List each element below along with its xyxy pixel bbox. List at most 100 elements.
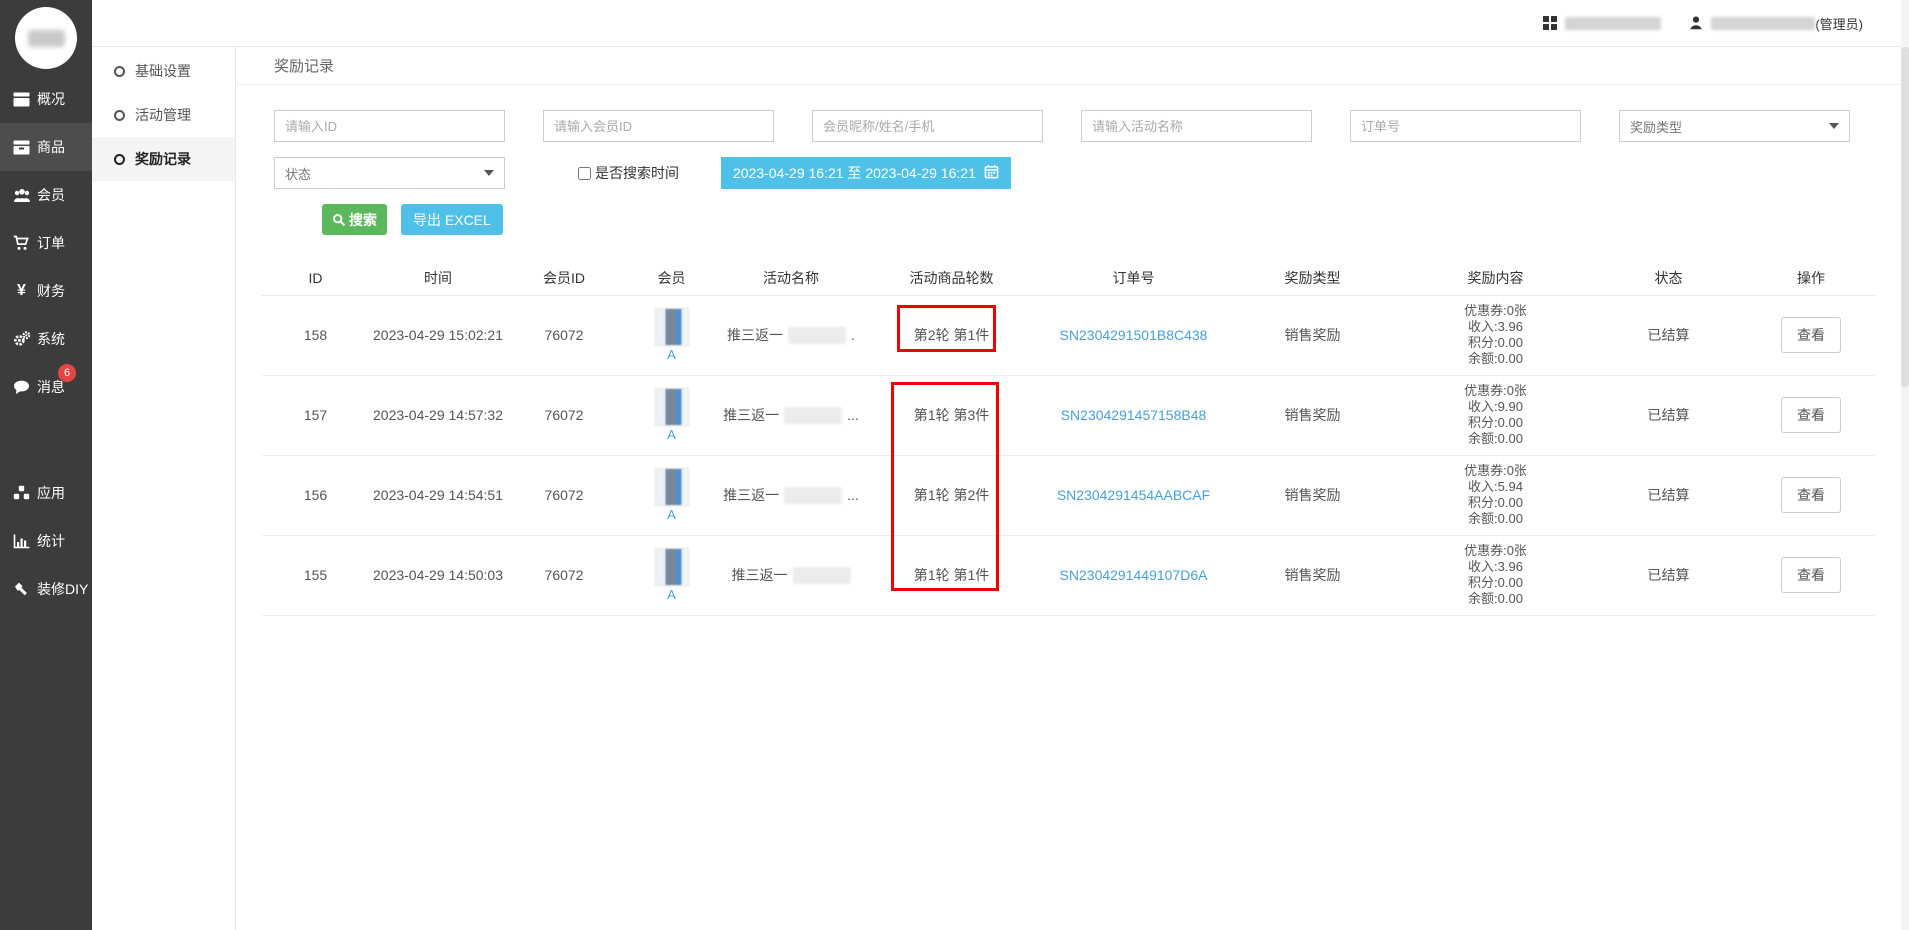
status-select[interactable]: 状态 xyxy=(274,157,505,189)
cell-activity: 推三返一... xyxy=(722,455,860,535)
scrollbar-thumb[interactable] xyxy=(1901,47,1909,387)
column-header-2: 会员ID xyxy=(507,262,621,295)
reward-line: 收入:5.94 xyxy=(1401,479,1590,495)
member-id-input[interactable] xyxy=(543,110,774,142)
member-info-input[interactable] xyxy=(812,110,1043,142)
page-scrollbar[interactable] xyxy=(1901,0,1909,930)
date-range-button[interactable]: 2023-04-29 16:21 至 2023-04-29 16:21 xyxy=(721,157,1011,189)
account-name-blurred xyxy=(1711,17,1815,30)
activity-suffix: ... xyxy=(847,487,859,503)
activity-name: 推三返一 xyxy=(732,565,788,585)
grid-icon xyxy=(1541,15,1558,32)
table-body: 1582023-04-29 15:02:2176072A推三返一.第2轮 第1件… xyxy=(262,295,1875,615)
reward-line: 余额:0.00 xyxy=(1401,351,1590,367)
submenu-item-label: 奖励记录 xyxy=(135,149,191,169)
view-button[interactable]: 查看 xyxy=(1781,477,1841,513)
view-button[interactable]: 查看 xyxy=(1781,317,1841,353)
search-button-label: 搜索 xyxy=(349,210,377,230)
user-icon xyxy=(1687,15,1704,32)
cell-id: 158 xyxy=(262,295,369,375)
activity-name-input[interactable] xyxy=(1081,110,1312,142)
chat-icon xyxy=(12,378,31,396)
admin-role-suffix: (管理员) xyxy=(1815,14,1863,33)
search-time-checkbox-wrap[interactable]: 是否搜索时间 xyxy=(578,163,679,183)
submenu-item-basic-settings[interactable]: 基础设置 xyxy=(92,49,235,93)
filter-actions: 搜索 导出 EXCEL xyxy=(274,204,1909,235)
order-link[interactable]: SN2304291454AABCAF xyxy=(1057,487,1210,503)
app-logo[interactable] xyxy=(15,7,77,69)
cell-reward-type: 销售奖励 xyxy=(1224,455,1401,535)
reward-type-select-value: 奖励类型 xyxy=(1630,117,1682,136)
export-excel-button[interactable]: 导出 EXCEL xyxy=(401,204,503,235)
cell-member: A xyxy=(621,295,722,375)
workspace-switcher[interactable] xyxy=(1541,15,1661,32)
avatar-label: A xyxy=(621,587,722,602)
column-header-7: 奖励类型 xyxy=(1224,262,1401,295)
cell-activity: 推三返一 xyxy=(722,535,860,615)
cell-rounds: 第1轮 第1件 xyxy=(860,535,1043,615)
sidebar-item-finance[interactable]: ¥财务 xyxy=(0,267,92,315)
sidebar-item-stats[interactable]: 统计 xyxy=(0,517,92,565)
reward-line: 余额:0.00 xyxy=(1401,431,1590,447)
submenu-item-reward-records[interactable]: 奖励记录 xyxy=(92,137,235,181)
sidebar-item-members[interactable]: 会员 xyxy=(0,171,92,219)
cell-id: 156 xyxy=(262,455,369,535)
unread-badge: 6 xyxy=(58,364,76,382)
cell-action: 查看 xyxy=(1747,295,1875,375)
id-input[interactable] xyxy=(274,110,505,142)
cell-member-id: 76072 xyxy=(507,375,621,455)
calendar-icon xyxy=(984,164,999,182)
sidebar-item-diy[interactable]: 装修DIY xyxy=(0,565,92,613)
submenu-item-label: 基础设置 xyxy=(135,61,191,81)
sidebar-item-goods[interactable]: 商品 xyxy=(0,123,92,171)
cell-reward-content: 优惠券:0张收入:3.96积分:0.00余额:0.00 xyxy=(1401,295,1590,375)
avatar xyxy=(655,308,689,346)
chevron-down-icon xyxy=(1829,123,1839,129)
sidebar-item-apps[interactable]: 应用 xyxy=(0,469,92,517)
reward-type-select[interactable]: 奖励类型 xyxy=(1619,110,1850,142)
avatar xyxy=(655,388,689,426)
cell-id: 157 xyxy=(262,375,369,455)
account-menu[interactable]: (管理员) xyxy=(1687,14,1863,33)
order-link[interactable]: SN2304291449107D6A xyxy=(1060,567,1208,583)
view-button[interactable]: 查看 xyxy=(1781,557,1841,593)
sidebar-item-messages[interactable]: 消息6 xyxy=(0,363,92,411)
order-link[interactable]: SN2304291457158B48 xyxy=(1061,407,1207,423)
topbar: (管理员) xyxy=(92,0,1909,47)
order-no-input[interactable] xyxy=(1350,110,1581,142)
reward-line: 积分:0.00 xyxy=(1401,335,1590,351)
sidebar-item-system[interactable]: 系统 xyxy=(0,315,92,363)
sidebar-item-orders[interactable]: 订单 xyxy=(0,219,92,267)
submenu-item-activity-manage[interactable]: 活动管理 xyxy=(92,93,235,137)
avatar-label: A xyxy=(621,347,722,362)
cell-reward-content: 优惠券:0张收入:3.96积分:0.00余额:0.00 xyxy=(1401,535,1590,615)
column-header-0: ID xyxy=(262,262,369,295)
cell-time: 2023-04-29 14:57:32 xyxy=(369,375,507,455)
table-header-row: ID时间会员ID会员活动名称活动商品轮数订单号奖励类型奖励内容状态操作 xyxy=(262,262,1875,295)
column-header-9: 状态 xyxy=(1590,262,1747,295)
sidebar-item-overview[interactable]: 概况 xyxy=(0,75,92,123)
reward-line: 积分:0.00 xyxy=(1401,495,1590,511)
view-button[interactable]: 查看 xyxy=(1781,397,1841,433)
cell-reward-content: 优惠券:0张收入:9.90积分:0.00余额:0.00 xyxy=(1401,375,1590,455)
reward-line: 优惠券:0张 xyxy=(1401,303,1590,319)
search-time-checkbox[interactable] xyxy=(578,167,591,180)
column-header-3: 会员 xyxy=(621,262,722,295)
cell-order-no: SN2304291449107D6A xyxy=(1043,535,1224,615)
reward-line: 积分:0.00 xyxy=(1401,415,1590,431)
search-button[interactable]: 搜索 xyxy=(322,204,387,235)
table-row: 1552023-04-29 14:50:0376072A推三返一第1轮 第1件S… xyxy=(262,535,1875,615)
search-time-checkbox-label: 是否搜索时间 xyxy=(595,163,679,183)
avatar xyxy=(655,468,689,506)
cell-reward-type: 销售奖励 xyxy=(1224,535,1401,615)
submenu-item-label: 活动管理 xyxy=(135,105,191,125)
window-icon xyxy=(12,90,31,108)
cell-activity: 推三返一... xyxy=(722,375,860,455)
reward-line: 收入:9.90 xyxy=(1401,399,1590,415)
sidebar-item-label: 系统 xyxy=(37,329,65,349)
chevron-down-icon xyxy=(484,170,494,176)
sidebar-item-label: 应用 xyxy=(37,483,65,503)
sidebar-item-label: 会员 xyxy=(37,185,65,205)
search-icon xyxy=(332,213,346,227)
order-link[interactable]: SN2304291501B8C438 xyxy=(1060,327,1208,343)
